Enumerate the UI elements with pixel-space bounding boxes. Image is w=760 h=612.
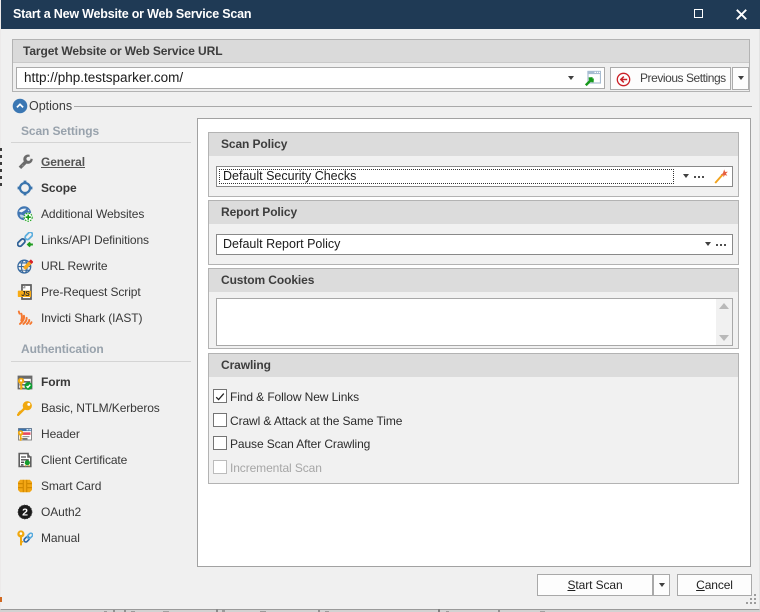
svg-text:JS: JS	[21, 291, 30, 298]
svg-text:2: 2	[22, 507, 28, 519]
